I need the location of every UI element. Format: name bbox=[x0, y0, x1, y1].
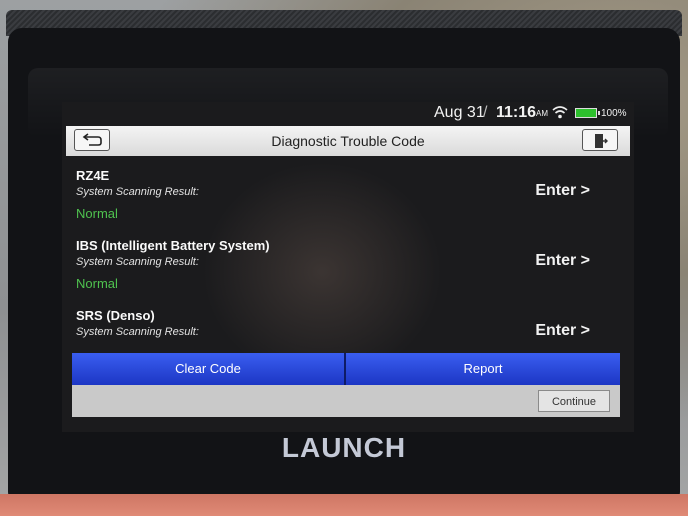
status-date: Aug 31 bbox=[434, 104, 485, 121]
footer-bar: Continue bbox=[72, 385, 620, 417]
back-button[interactable] bbox=[74, 129, 110, 151]
system-name: RZ4E bbox=[76, 168, 110, 183]
enter-button[interactable]: Enter > bbox=[535, 182, 590, 200]
status-battery-percent: 100% bbox=[601, 108, 627, 119]
system-name: IBS (Intelligent Battery System) bbox=[76, 238, 270, 253]
status-separator: / bbox=[483, 104, 488, 121]
tablet-screen: Aug 31 / 11:16 AM 100% Diagnostic Troubl… bbox=[62, 102, 634, 432]
scan-result-status: Normal bbox=[76, 206, 118, 221]
action-bar: Clear Code Report bbox=[72, 353, 620, 385]
status-ampm: AM bbox=[536, 109, 548, 118]
system-name: SRS (Denso) bbox=[76, 308, 155, 323]
enter-button[interactable]: Enter > bbox=[535, 252, 590, 270]
scan-result-status: Normal bbox=[76, 276, 118, 291]
back-arrow-icon bbox=[82, 133, 102, 146]
system-list: RZ4E System Scanning Result: Normal Ente… bbox=[62, 160, 634, 354]
exit-icon bbox=[595, 134, 608, 148]
system-item: IBS (Intelligent Battery System) System … bbox=[62, 230, 634, 300]
enter-button[interactable]: Enter > bbox=[535, 322, 590, 340]
title-bar: Diagnostic Trouble Code bbox=[66, 126, 630, 156]
continue-button[interactable]: Continue bbox=[538, 390, 610, 412]
battery-icon bbox=[575, 108, 600, 118]
system-item: RZ4E System Scanning Result: Normal Ente… bbox=[62, 160, 634, 230]
clear-code-button[interactable]: Clear Code bbox=[72, 353, 344, 385]
report-button[interactable]: Report bbox=[346, 353, 620, 385]
status-time: 11:16 bbox=[496, 104, 537, 121]
scan-result-label: System Scanning Result: bbox=[76, 256, 199, 268]
launch-logo: LAUNCH bbox=[281, 432, 407, 463]
page-title: Diagnostic Trouble Code bbox=[271, 133, 425, 149]
wifi-icon bbox=[552, 106, 568, 119]
scan-result-label: System Scanning Result: bbox=[76, 326, 199, 338]
exit-button[interactable] bbox=[582, 129, 618, 151]
device-rubber-edge bbox=[0, 494, 688, 516]
status-bar: Aug 31 / 11:16 AM 100% bbox=[62, 102, 634, 124]
scan-result-label: System Scanning Result: bbox=[76, 186, 199, 198]
